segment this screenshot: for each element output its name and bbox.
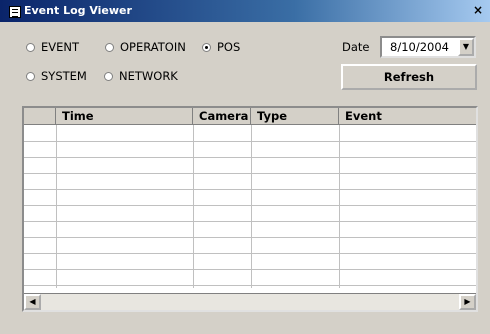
grid-body [24, 125, 476, 288]
table-row[interactable] [24, 269, 476, 270]
radio-operatoin[interactable]: OPERATOIN [105, 39, 186, 55]
table-row[interactable] [24, 189, 476, 190]
window-title: Event Log Viewer [24, 4, 132, 17]
date-picker[interactable]: 8/10/2004 ▼ [380, 36, 476, 58]
column-divider [251, 125, 252, 288]
radio-network[interactable]: NETWORK [104, 68, 178, 84]
column-divider [193, 125, 194, 288]
table-row[interactable] [24, 157, 476, 158]
column-divider [56, 125, 57, 288]
radio-label: NETWORK [119, 69, 178, 83]
close-button[interactable]: × [470, 2, 486, 18]
scroll-left-icon[interactable]: ◀ [24, 294, 41, 310]
radio-indicator [26, 42, 35, 52]
date-label: Date [342, 40, 370, 54]
radio-system[interactable]: SYSTEM [26, 68, 87, 84]
column-divider [339, 125, 340, 288]
table-row[interactable] [24, 141, 476, 142]
column-header-event[interactable]: Event [339, 108, 476, 125]
scroll-right-icon[interactable]: ▶ [459, 294, 476, 310]
radio-label: POS [217, 40, 241, 54]
radio-indicator [26, 71, 35, 81]
title-bar[interactable]: Event Log Viewer × [0, 0, 490, 22]
radio-indicator [104, 71, 113, 81]
table-row[interactable] [24, 285, 476, 286]
row-header-corner [24, 108, 56, 125]
horizontal-scrollbar[interactable]: ◀ ▶ [24, 293, 476, 310]
table-row[interactable] [24, 221, 476, 222]
radio-indicator [105, 42, 114, 52]
column-header-camera[interactable]: Camera [193, 108, 251, 125]
grid-header: Time Camera Type Event [24, 108, 476, 125]
refresh-button[interactable]: Refresh [341, 64, 477, 90]
table-row[interactable] [24, 205, 476, 206]
table-row[interactable] [24, 173, 476, 174]
radio-pos[interactable]: POS [202, 39, 240, 55]
radio-label: SYSTEM [41, 69, 87, 83]
radio-event[interactable]: EVENT [26, 39, 79, 55]
event-grid[interactable]: Time Camera Type Event ◀ ▶ [22, 106, 478, 312]
column-header-type[interactable]: Type [251, 108, 339, 125]
date-value: 8/10/2004 [390, 40, 449, 54]
table-row[interactable] [24, 253, 476, 254]
refresh-label: Refresh [383, 70, 435, 84]
radio-label: OPERATOIN [120, 40, 186, 54]
table-row[interactable] [24, 237, 476, 238]
column-header-time[interactable]: Time [56, 108, 193, 125]
radio-indicator [202, 42, 211, 52]
chevron-down-icon[interactable]: ▼ [458, 38, 474, 56]
event-log-viewer-window: Event Log Viewer × EVENT OPERATOIN POS S… [0, 0, 490, 334]
log-icon [9, 6, 21, 18]
radio-label: EVENT [41, 40, 80, 54]
